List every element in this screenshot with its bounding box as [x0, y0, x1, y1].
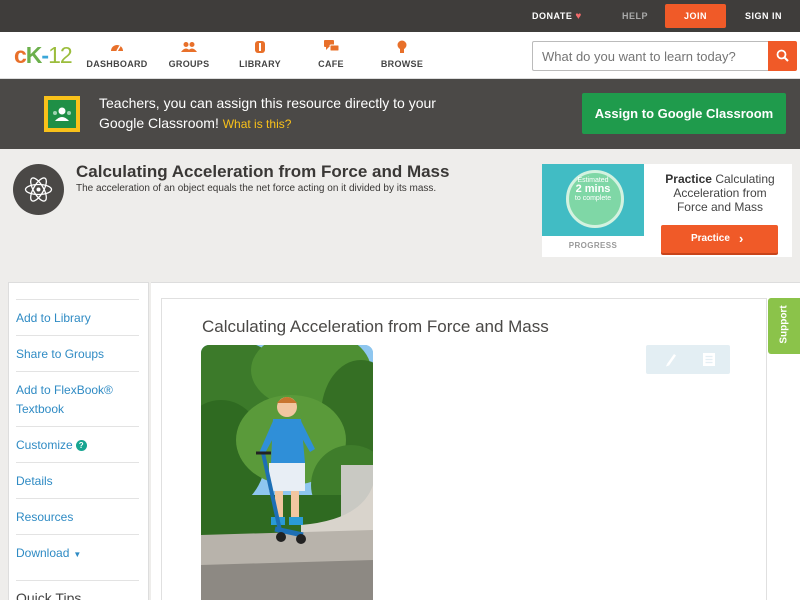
- dashboard-icon: [77, 40, 157, 58]
- content-tools: [646, 345, 730, 374]
- top-bar: DONATE ♥ HELP JOIN SIGN IN: [0, 0, 800, 32]
- heart-icon: ♥: [575, 11, 582, 22]
- donate-label: DONATE: [532, 11, 573, 21]
- sidebar-item-customize[interactable]: Customize?: [16, 426, 139, 455]
- logo-12: 12: [48, 42, 73, 68]
- to-complete-label: to complete: [574, 195, 612, 202]
- nav-dashboard[interactable]: DASHBOARD: [77, 40, 157, 69]
- google-classroom-banner: Teachers, you can assign this resource d…: [0, 79, 800, 149]
- signin-link[interactable]: SIGN IN: [745, 0, 782, 32]
- search-button[interactable]: [768, 41, 797, 71]
- quick-tips-heading[interactable]: Quick Tips: [16, 580, 139, 600]
- what-is-this-link[interactable]: What is this?: [223, 117, 292, 131]
- practice-title-bold: Practice: [665, 172, 712, 186]
- nav-browse[interactable]: BROWSE: [362, 40, 442, 69]
- sidebar-item-resources[interactable]: Resources: [16, 498, 139, 527]
- main-header: cK-12 DASHBOARD GROUPS LIBRARY CAFE BROW…: [0, 32, 800, 79]
- donate-link[interactable]: DONATE ♥: [532, 0, 582, 32]
- nav-dashboard-label: DASHBOARD: [86, 59, 148, 69]
- nav-browse-label: BROWSE: [380, 59, 424, 69]
- sidebar-item-details[interactable]: Details: [16, 462, 139, 491]
- nav-groups-label: GROUPS: [168, 59, 210, 69]
- support-label: Support: [778, 305, 790, 344]
- google-classroom-icon: [44, 96, 80, 132]
- sidebar-item-share-to-groups[interactable]: Share to Groups: [16, 335, 139, 364]
- progress-label: PROGRESS: [568, 241, 618, 250]
- sidebar-item-add-to-flexbook[interactable]: Add to FlexBook® Textbook: [16, 371, 139, 419]
- customize-label: Customize: [16, 438, 73, 452]
- sidebar-item-download[interactable]: Download ▼: [16, 534, 139, 564]
- logo-k: K: [25, 42, 43, 68]
- search-icon: [776, 49, 789, 62]
- search-input[interactable]: [532, 41, 768, 71]
- page-subtitle: The acceleration of an object equals the…: [76, 183, 437, 194]
- content-title: Calculating Acceleration from Force and …: [202, 317, 549, 336]
- help-icon[interactable]: ?: [75, 440, 87, 451]
- groups-icon: [149, 40, 229, 58]
- help-link[interactable]: HELP: [622, 0, 648, 32]
- notes-icon[interactable]: [702, 352, 716, 367]
- practice-button-label: Practice: [691, 233, 730, 244]
- cafe-icon: [291, 40, 371, 58]
- library-icon: [220, 40, 300, 58]
- estimate-text: Estimated 2 mins to complete: [542, 176, 644, 203]
- atom-icon: [13, 164, 64, 215]
- nav-library[interactable]: LIBRARY: [220, 40, 300, 69]
- support-tab[interactable]: Support: [768, 298, 800, 354]
- practice-title: Practice Calculating Acceleration from F…: [660, 172, 780, 214]
- ck12-logo[interactable]: cK-12: [14, 42, 73, 69]
- sidebar: Add to Library Share to Groups Add to Fl…: [8, 282, 149, 600]
- assign-google-classroom-button[interactable]: Assign to Google Classroom: [582, 93, 786, 134]
- banner-message: Teachers, you can assign this resource d…: [99, 93, 459, 134]
- join-button[interactable]: JOIN: [665, 4, 726, 28]
- practice-card: Estimated 2 mins to complete PROGRESS Pr…: [542, 164, 792, 257]
- nav-cafe-label: CAFE: [318, 59, 344, 69]
- download-label: Download: [16, 546, 70, 560]
- caret-down-icon: ▼: [73, 550, 82, 559]
- pencil-icon[interactable]: [664, 352, 678, 367]
- sidebar-item-add-to-library[interactable]: Add to Library: [16, 299, 139, 328]
- practice-button[interactable]: Practice ›: [661, 225, 778, 253]
- progress-graphic: Estimated 2 mins to complete: [542, 164, 644, 236]
- chevron-right-icon: ›: [739, 231, 744, 246]
- nav-groups[interactable]: GROUPS: [149, 40, 229, 69]
- nav-library-label: LIBRARY: [239, 59, 281, 69]
- estimated-mins: 2 mins: [575, 183, 611, 195]
- browse-icon: [362, 40, 442, 58]
- boy-on-scooter-image: [201, 345, 373, 600]
- page-title: Calculating Acceleration from Force and …: [76, 162, 450, 181]
- logo-c: c: [14, 42, 27, 68]
- nav-cafe[interactable]: CAFE: [291, 40, 371, 69]
